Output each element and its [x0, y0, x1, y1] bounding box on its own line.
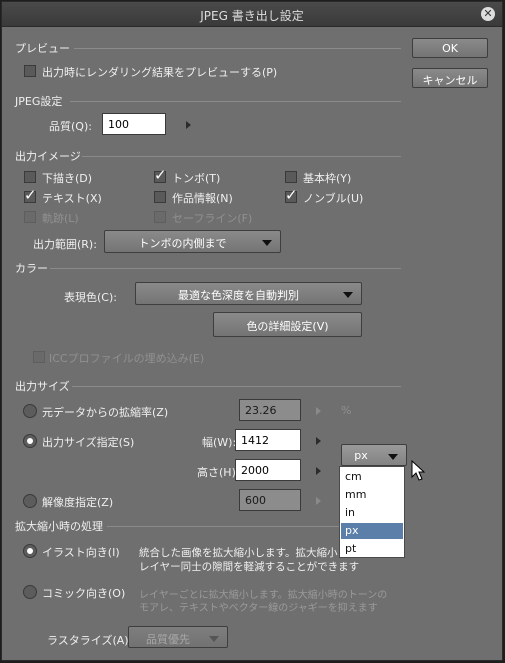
- quality-slider-arrow-icon[interactable]: [186, 121, 191, 129]
- illust-desc-line-2: レイヤー同士の隙間を軽減することができます: [139, 561, 360, 573]
- divider: [70, 101, 401, 102]
- rasterize-label: ラスタライズ(A):: [47, 634, 133, 647]
- comic-radio[interactable]: [23, 585, 37, 599]
- check-icon: ✓: [154, 166, 167, 184]
- cancel-button[interactable]: キャンセル: [412, 68, 488, 88]
- ok-button[interactable]: OK: [412, 38, 488, 58]
- illust-label: イラスト向き(I): [42, 546, 120, 559]
- illust-radio[interactable]: [23, 544, 37, 558]
- width-label: 幅(W):: [202, 436, 237, 449]
- base-frame-checkbox[interactable]: [285, 171, 297, 183]
- icc-label: ICCプロファイルの埋め込み(E): [49, 352, 205, 365]
- output-range-value: トンボの内側まで: [138, 237, 227, 250]
- divider: [74, 48, 401, 49]
- resolution-label: 解像度指定(Z): [42, 496, 114, 509]
- resolution-input: 600: [239, 489, 301, 511]
- divider: [82, 156, 401, 157]
- height-arrow-icon[interactable]: [316, 467, 321, 475]
- comic-label: コミック向き(O): [42, 587, 126, 600]
- page-number-label: ノンブル(U): [303, 192, 364, 205]
- rasterize-dropdown: 品質優先: [128, 626, 228, 648]
- width-arrow-icon[interactable]: [316, 437, 321, 445]
- draft-label: 下描き(D): [42, 172, 93, 185]
- color-mode-label: 表現色(C):: [64, 291, 117, 304]
- draft-checkbox[interactable]: [24, 171, 36, 183]
- jpeg-export-dialog: JPEG 書き出し設定 ✕ OK キャンセル プレビュー 出力時にレンダリング結…: [1, 1, 503, 661]
- check-icon: ✓: [24, 186, 37, 204]
- chevron-down-icon: [343, 292, 353, 298]
- crop-marks-checkbox[interactable]: ✓: [154, 166, 167, 184]
- output-range-dropdown[interactable]: トンボの内側まで: [104, 230, 281, 253]
- chevron-down-icon: [262, 240, 272, 246]
- safe-line-label: セーフライン(F): [172, 212, 253, 225]
- scale-input: 23.26: [239, 399, 301, 421]
- section-color: カラー: [15, 262, 48, 275]
- width-input[interactable]: 1412: [235, 429, 301, 451]
- unit-dropdown[interactable]: px: [341, 444, 407, 466]
- color-mode-value: 最適な色深度を自動判別: [178, 289, 299, 302]
- preview-checkbox[interactable]: [24, 65, 36, 77]
- check-icon: ✓: [285, 186, 298, 204]
- chevron-down-icon: [209, 636, 219, 642]
- unit-dropdown-list: cm mm in px pt: [339, 466, 405, 558]
- base-frame-label: 基本枠(Y): [303, 172, 352, 185]
- section-scaling: 拡大縮小時の処理: [15, 520, 103, 533]
- unit-option-pt[interactable]: pt: [341, 541, 403, 557]
- unit-option-mm[interactable]: mm: [341, 487, 403, 503]
- section-output-size: 出力サイズ: [15, 380, 70, 393]
- crop-marks-label: トンボ(T): [172, 172, 221, 185]
- height-label: 高さ(H):: [197, 466, 240, 479]
- icc-checkbox: [33, 351, 45, 363]
- preview-checkbox-label: 出力時にレンダリング結果をプレビューする(P): [42, 66, 278, 79]
- resolution-radio[interactable]: [23, 494, 37, 508]
- page-number-checkbox[interactable]: ✓: [285, 186, 298, 204]
- section-preview: プレビュー: [15, 42, 70, 55]
- output-range-label: 出力範囲(R):: [33, 238, 97, 251]
- output-size-label: 出力サイズ指定(S): [42, 436, 135, 449]
- comic-desc-line-2: モアレ、テキストやベクター線のジャギーを抑えます: [139, 603, 378, 614]
- work-info-label: 作品情報(N): [172, 192, 233, 205]
- scale-unit: %: [341, 404, 352, 417]
- illust-desc-line-1: 統合した画像を拡大縮小します。拡大縮小: [139, 547, 338, 559]
- rasterize-value: 品質優先: [146, 633, 190, 646]
- color-detail-button[interactable]: 色の詳細設定(V): [213, 312, 362, 337]
- text-checkbox[interactable]: ✓: [24, 186, 37, 204]
- color-mode-dropdown[interactable]: 最適な色深度を自動判別: [135, 282, 362, 305]
- output-size-radio[interactable]: [23, 434, 37, 448]
- scale-arrow-icon: [316, 407, 321, 415]
- unit-option-in[interactable]: in: [341, 505, 403, 521]
- section-jpeg: JPEG設定: [15, 95, 63, 108]
- trail-label: 軌跡(L): [42, 212, 79, 225]
- quality-input[interactable]: 100: [102, 113, 166, 135]
- radio-dot-icon: [27, 548, 33, 554]
- text-label: テキスト(X): [42, 192, 102, 205]
- unit-value: px: [354, 449, 368, 462]
- safe-line-checkbox: [154, 211, 166, 223]
- window-title: JPEG 書き出し設定: [200, 9, 304, 23]
- close-icon[interactable]: ✕: [481, 7, 495, 21]
- scale-label: 元データからの拡縮率(Z): [42, 406, 169, 419]
- height-input[interactable]: 2000: [235, 459, 301, 481]
- quality-label: 品質(Q):: [49, 120, 92, 133]
- work-info-checkbox[interactable]: [154, 191, 166, 203]
- unit-option-px[interactable]: px: [341, 523, 403, 539]
- mouse-cursor-icon: [411, 460, 426, 481]
- title-bar: JPEG 書き出し設定 ✕: [2, 2, 502, 27]
- divider: [50, 268, 401, 269]
- trail-checkbox: [24, 211, 36, 223]
- resolution-arrow-icon: [316, 497, 321, 505]
- section-output-image: 出力イメージ: [15, 150, 81, 163]
- scale-radio[interactable]: [23, 404, 37, 418]
- chevron-down-icon: [388, 454, 398, 460]
- radio-dot-icon: [27, 438, 33, 444]
- divider: [72, 386, 401, 387]
- unit-option-cm[interactable]: cm: [341, 469, 403, 485]
